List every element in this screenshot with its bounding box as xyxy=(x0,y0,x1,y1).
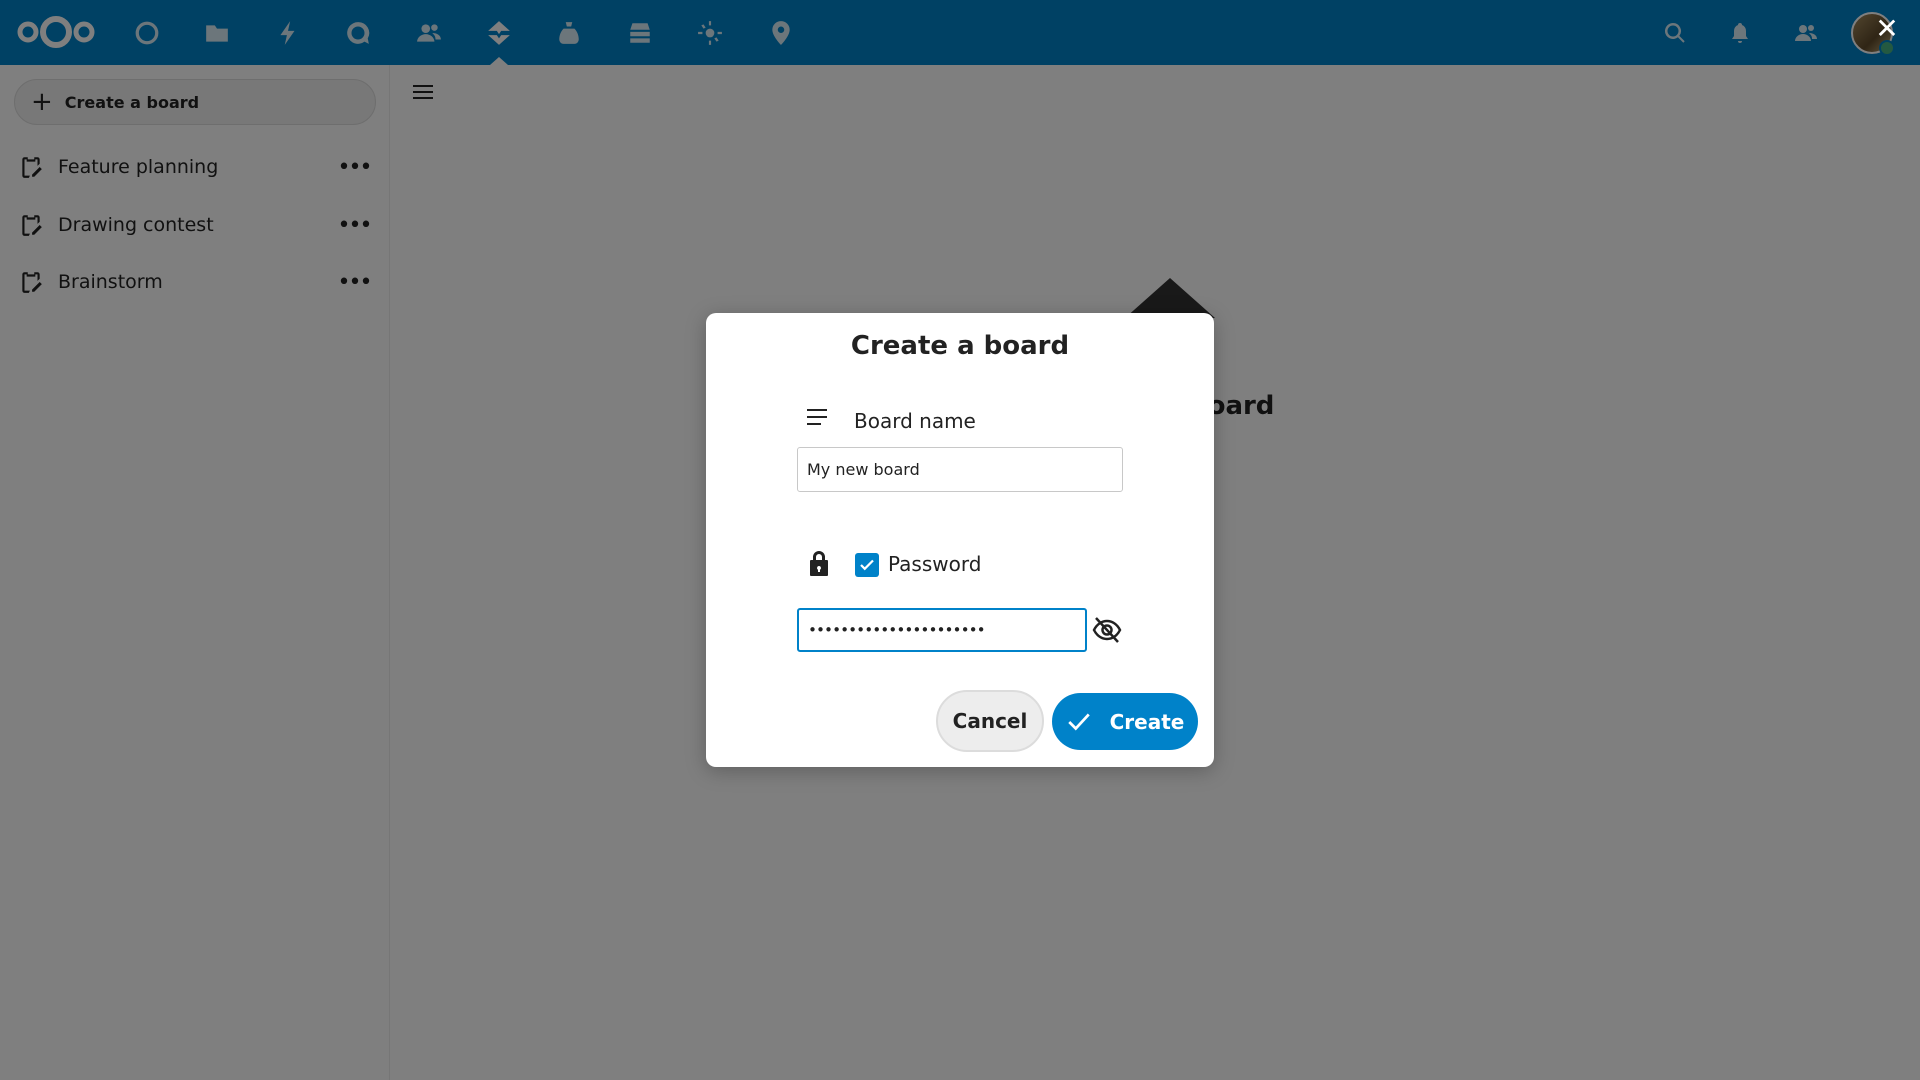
eye-off-icon[interactable] xyxy=(1091,615,1123,645)
create-button-label: Create xyxy=(1109,709,1185,734)
board-name-input[interactable] xyxy=(797,447,1123,492)
lock-icon xyxy=(810,551,828,576)
checkmark-icon xyxy=(1067,712,1090,730)
password-checkbox[interactable] xyxy=(855,553,879,577)
text-lines-icon xyxy=(807,409,833,435)
dialog-title: Create a board xyxy=(850,331,1070,361)
checkmark-icon xyxy=(860,559,874,571)
create-board-dialog: Create a board Board name Password •••••… xyxy=(706,313,1214,767)
close-icon[interactable]: ✕ xyxy=(1872,14,1902,44)
password-label[interactable]: Password xyxy=(888,552,981,576)
cancel-button[interactable]: Cancel xyxy=(936,690,1044,752)
password-input[interactable]: •••••••••••••••••••••• xyxy=(797,608,1087,652)
board-name-label: Board name xyxy=(854,409,976,433)
create-button[interactable]: Create xyxy=(1052,693,1198,750)
